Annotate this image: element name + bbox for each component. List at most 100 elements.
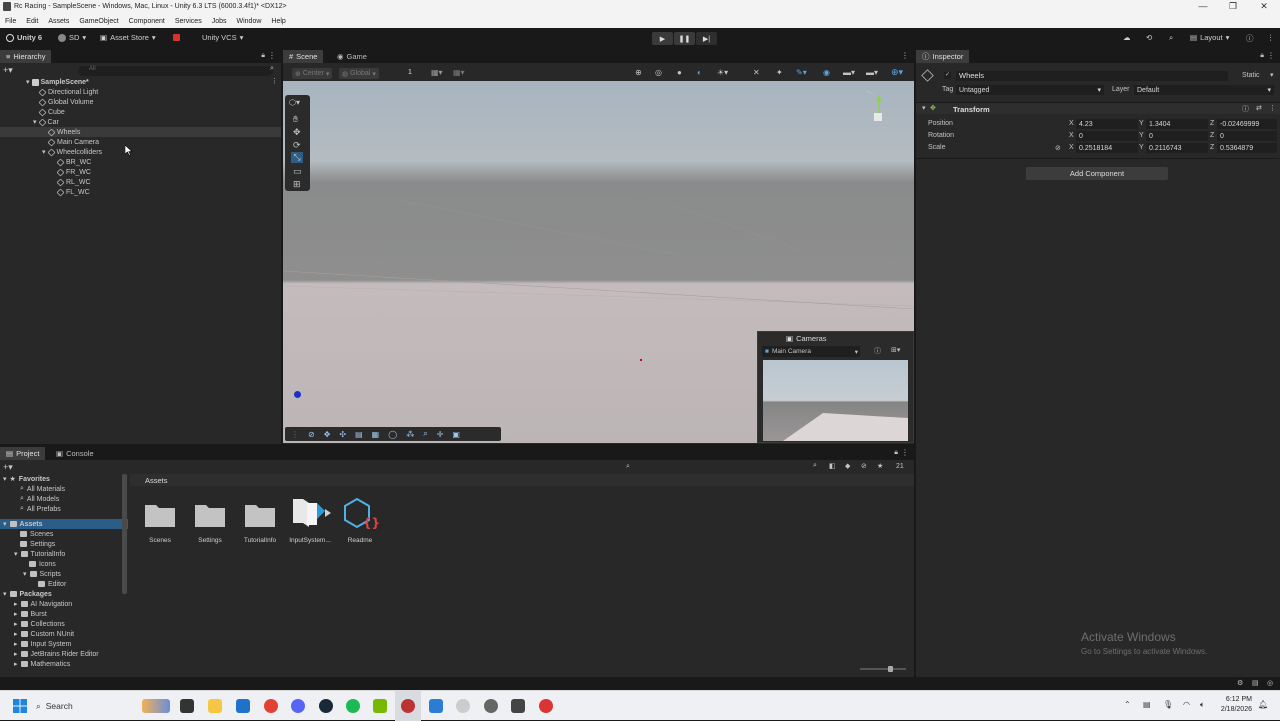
project-search-input[interactable]: ⌕	[440, 463, 812, 473]
filter-by-type-icon[interactable]: ◧	[829, 462, 836, 470]
windows-start-icon[interactable]	[13, 699, 27, 713]
help-icon[interactable]: ⓘ	[1242, 104, 1249, 114]
audio-mute-icon[interactable]: ✕	[753, 68, 760, 77]
cloud-icon[interactable]: ☁	[1123, 33, 1131, 42]
camera-options-icon[interactable]: ⊞▾	[891, 346, 900, 354]
layer-dropdown[interactable]: Default ▾	[1134, 85, 1274, 95]
vcs-dropdown[interactable]: Unity VCS ▾	[202, 33, 243, 42]
task-view-icon[interactable]	[180, 699, 194, 713]
favorite-item[interactable]: ⌕ All Prefabs	[20, 504, 61, 514]
filter-icon[interactable]: ⌕	[270, 65, 274, 73]
assets-folder-item[interactable]: ▾ Assets	[3, 519, 42, 529]
taskbar-search[interactable]: ⌕ Search	[36, 698, 128, 714]
favorite-item[interactable]: ⌕ All Materials	[20, 484, 65, 494]
rotate-tool-icon[interactable]: ⟳	[293, 140, 301, 151]
nvidia-icon[interactable]	[373, 699, 387, 713]
scale-y-input[interactable]: 0.2116743	[1146, 143, 1208, 153]
asset-label-scenes[interactable]: Scenes	[135, 537, 185, 544]
zoom-icon[interactable]: ⌕	[423, 429, 427, 439]
tree-scrollbar[interactable]	[122, 474, 127, 594]
search-icon[interactable]: ⌕	[1169, 33, 1173, 43]
volume-icon[interactable]: 🔈︎	[1200, 700, 1205, 710]
panel-menu-icon[interactable]: ⋮	[268, 51, 276, 60]
package-item[interactable]: ▸ Input System	[14, 639, 71, 649]
package-item[interactable]: ▸ Burst	[14, 609, 47, 619]
packages-header[interactable]: ▾ Packages	[3, 589, 52, 599]
folder-icon[interactable]	[244, 500, 276, 528]
hierarchy-search-input[interactable]: All	[78, 66, 273, 76]
object-name-field[interactable]: Wheels	[956, 71, 1228, 81]
scene-menu-icon[interactable]: ⋮	[271, 77, 278, 85]
shading-wire-icon[interactable]: ◎	[655, 68, 662, 77]
menu-component[interactable]: Component	[129, 18, 165, 25]
asset-label-tutorialinfo[interactable]: TutorialInfo	[235, 537, 285, 544]
sphere-icon[interactable]: ◯	[388, 430, 397, 439]
shading-shaded-icon[interactable]: ●	[677, 68, 682, 77]
lock-icon[interactable]: 🔒︎	[894, 449, 898, 457]
rotation-z-input[interactable]: 0	[1217, 131, 1277, 141]
grid-icon[interactable]: ▦	[372, 430, 380, 439]
menu-gameobject[interactable]: GameObject	[79, 18, 118, 25]
lock-icon[interactable]: 🔒︎	[1260, 52, 1264, 60]
component-menu-icon[interactable]: ⋮	[1269, 104, 1276, 112]
tab-hierarchy[interactable]: ≡ Hierarchy	[0, 50, 52, 63]
folder-item-scripts[interactable]: ▾ Scripts	[23, 569, 61, 579]
layout-dropdown[interactable]: ▤ Layout ▾	[1190, 33, 1229, 42]
snap-increment-icon[interactable]: ▦▾	[453, 68, 465, 77]
transform-tool-icon[interactable]: ⊞	[293, 179, 301, 190]
active-checkbox[interactable]: ✓	[944, 72, 951, 79]
settings-icon[interactable]	[484, 699, 498, 713]
pause-button[interactable]: ❚❚	[674, 32, 695, 45]
discord-icon[interactable]	[291, 699, 305, 713]
position-x-input[interactable]: 4.23	[1076, 119, 1138, 129]
orientation-icon[interactable]: ⊕	[635, 68, 642, 77]
folder-icon[interactable]	[194, 500, 226, 528]
debug-icon[interactable]: ⚙	[1237, 679, 1243, 687]
hidden-packages-icon[interactable]: ⊘	[861, 462, 867, 470]
constrain-proportions-icon[interactable]: ⊘	[1055, 144, 1061, 152]
spotify-icon[interactable]	[346, 699, 360, 713]
scene-visibility-icon[interactable]: ✎▾	[796, 68, 807, 77]
close-window-button[interactable]: ✕	[1249, 1, 1279, 12]
center-icon[interactable]: ✛	[437, 430, 444, 439]
clock-date[interactable]: 2/18/2026	[1214, 706, 1252, 713]
package-item[interactable]: ▸ Mathematics	[14, 659, 70, 669]
package-item[interactable]: ▸ AI Navigation	[14, 599, 72, 609]
move-tool-icon[interactable]: ✥	[293, 127, 301, 138]
move-icon[interactable]: ✥	[324, 430, 331, 439]
menu-assets[interactable]: Assets	[48, 18, 69, 25]
tab-inspector[interactable]: ⓘ Inspector	[916, 50, 970, 63]
fx-icon[interactable]: ✦	[776, 68, 783, 77]
chrome-icon[interactable]	[264, 699, 278, 713]
tab-scene[interactable]: # Scene	[283, 50, 324, 63]
history-icon[interactable]: ⟲	[1146, 33, 1152, 42]
more-icon[interactable]: ⋮	[1267, 33, 1275, 42]
hierarchy-item-car[interactable]: ▾ Car	[33, 117, 59, 127]
hierarchy-item-directional-light[interactable]: Directional Light	[38, 87, 98, 97]
favorite-icon[interactable]: ★	[877, 462, 883, 470]
asset-label-settings[interactable]: Settings	[185, 537, 235, 544]
maximize-button[interactable]: ❐	[1218, 1, 1248, 12]
pivot-tool-icon[interactable]: ✣	[339, 430, 346, 439]
wifi-icon[interactable]: ◠	[1183, 700, 1190, 709]
file-explorer-icon[interactable]	[208, 699, 222, 713]
pivot-dropdown[interactable]: ⊕ Center ▾	[292, 68, 333, 79]
package-item[interactable]: ▸ Collections	[14, 619, 65, 629]
asset-label-inputsystem[interactable]: InputSystem...	[285, 537, 335, 544]
scale-x-input[interactable]: 0.2518184	[1076, 143, 1138, 153]
play-button[interactable]: ▶	[652, 32, 673, 45]
panel-menu-icon[interactable]: ⋮	[901, 51, 909, 60]
hierarchy-item-global-volume[interactable]: Global Volume	[38, 97, 94, 107]
hierarchy-item-main-camera[interactable]: Main Camera	[47, 137, 99, 147]
scale-tool-icon[interactable]: ⤡	[291, 152, 303, 163]
menu-jobs[interactable]: Jobs	[212, 18, 227, 25]
filter-by-label-icon[interactable]: ◆	[845, 462, 850, 470]
hierarchy-item-wheels[interactable]: Wheels	[47, 127, 80, 137]
folder-item-icons[interactable]: Icons	[29, 559, 56, 569]
chevron-up-icon[interactable]: ⌃	[1124, 700, 1131, 709]
grid-snap-icon[interactable]: ▦▾	[431, 68, 443, 77]
particles-icon[interactable]: ⁂	[406, 430, 414, 439]
unity-menu-button[interactable]: Unity 6	[6, 33, 42, 42]
frame-icon[interactable]: ▣	[452, 430, 460, 439]
tab-project[interactable]: ▤ Project	[0, 447, 46, 460]
